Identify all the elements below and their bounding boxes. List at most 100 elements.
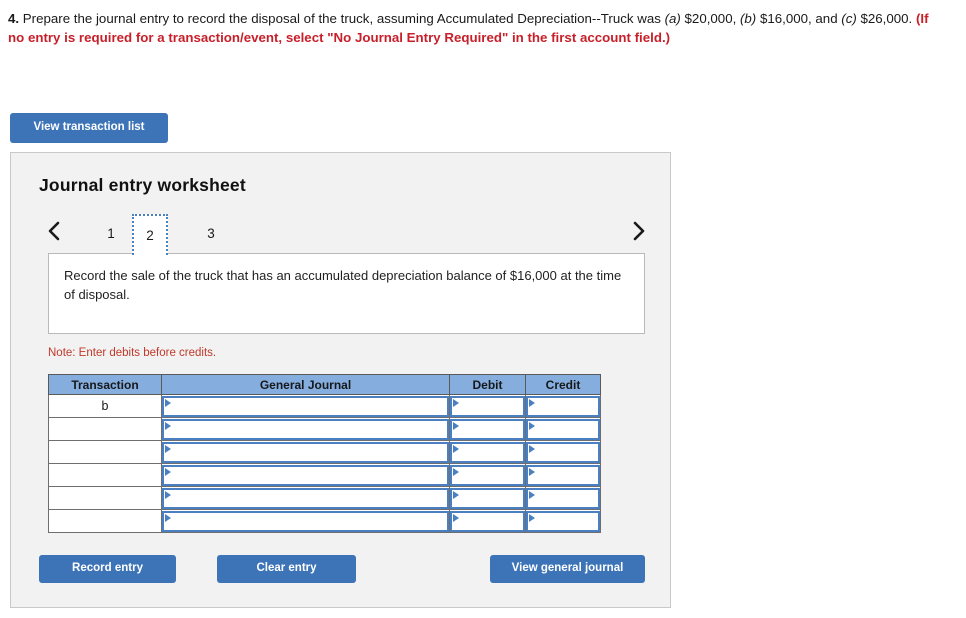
debits-before-credits-note: Note: Enter debits before credits. xyxy=(48,347,217,359)
credit-input[interactable] xyxy=(526,510,600,532)
worksheet-tab-2[interactable]: 2 xyxy=(132,214,168,255)
journal-entry-worksheet-panel: Journal entry worksheet 1 2 3 Record the… xyxy=(10,152,671,608)
debit-input[interactable] xyxy=(450,395,525,417)
chevron-right-icon[interactable] xyxy=(625,211,651,251)
credit-input-cell[interactable] xyxy=(525,417,601,441)
column-header-debit: Debit xyxy=(449,374,526,395)
worksheet-tab-1[interactable]: 1 xyxy=(93,214,129,252)
dropdown-caret-icon xyxy=(529,398,535,407)
worksheet-pager: 1 2 3 xyxy=(11,211,672,255)
question-part-1: Prepare the journal entry to record the … xyxy=(22,11,665,26)
debit-input[interactable] xyxy=(450,418,525,440)
general-journal-input-cell[interactable] xyxy=(161,417,450,441)
transaction-description-box: Record the sale of the truck that has an… xyxy=(48,253,645,334)
debit-input-cell[interactable] xyxy=(449,509,526,533)
table-header-row: Transaction General Journal Debit Credit xyxy=(48,374,601,395)
column-header-general-journal: General Journal xyxy=(161,374,450,395)
worksheet-tab-3[interactable]: 3 xyxy=(193,214,229,252)
question-label-a: (a) xyxy=(664,11,681,26)
table-row: b xyxy=(48,394,601,418)
dropdown-caret-icon xyxy=(165,398,171,407)
dropdown-caret-icon xyxy=(453,513,459,522)
general-journal-input-cell[interactable] xyxy=(161,394,450,418)
general-journal-select[interactable] xyxy=(162,395,449,417)
panel-title: Journal entry worksheet xyxy=(39,175,246,195)
general-journal-input-cell[interactable] xyxy=(161,509,450,533)
worksheet-tab-3-label: 3 xyxy=(207,225,215,241)
dropdown-caret-icon xyxy=(453,490,459,499)
general-journal-select[interactable] xyxy=(162,418,449,440)
dropdown-caret-icon xyxy=(529,467,535,476)
dropdown-caret-icon xyxy=(529,444,535,453)
debit-input[interactable] xyxy=(450,441,525,463)
dropdown-caret-icon xyxy=(453,421,459,430)
credit-input-cell[interactable] xyxy=(525,394,601,418)
general-journal-select[interactable] xyxy=(162,487,449,509)
general-journal-select[interactable] xyxy=(162,441,449,463)
debit-input[interactable] xyxy=(450,464,525,486)
table-row xyxy=(48,417,601,441)
dropdown-caret-icon xyxy=(453,398,459,407)
dropdown-caret-icon xyxy=(453,444,459,453)
question-value-a: $20,000, xyxy=(680,11,740,26)
view-general-journal-button[interactable]: View general journal xyxy=(490,555,645,583)
dropdown-caret-icon xyxy=(529,421,535,430)
dropdown-caret-icon xyxy=(165,444,171,453)
column-header-transaction: Transaction xyxy=(48,374,162,395)
view-transaction-list-button[interactable]: View transaction list xyxy=(10,113,168,143)
credit-input[interactable] xyxy=(526,418,600,440)
record-entry-button[interactable]: Record entry xyxy=(39,555,176,583)
dropdown-caret-icon xyxy=(165,467,171,476)
transaction-cell xyxy=(48,440,162,464)
question-number: 4. xyxy=(8,11,20,26)
dropdown-caret-icon xyxy=(529,490,535,499)
credit-input-cell[interactable] xyxy=(525,486,601,510)
credit-input[interactable] xyxy=(526,395,600,417)
table-row xyxy=(48,440,601,464)
question-value-c: $26,000. xyxy=(856,11,916,26)
debit-input[interactable] xyxy=(450,510,525,532)
dropdown-caret-icon xyxy=(529,513,535,522)
page-root: 4. Prepare the journal entry to record t… xyxy=(0,0,966,618)
general-journal-input-cell[interactable] xyxy=(161,440,450,464)
question-text: 4. Prepare the journal entry to record t… xyxy=(8,9,948,47)
credit-input[interactable] xyxy=(526,464,600,486)
table-row xyxy=(48,509,601,533)
column-header-credit: Credit xyxy=(525,374,601,395)
table-row xyxy=(48,463,601,487)
transaction-cell xyxy=(48,463,162,487)
transaction-cell xyxy=(48,509,162,533)
debit-input-cell[interactable] xyxy=(449,486,526,510)
table-row xyxy=(48,486,601,510)
debit-input[interactable] xyxy=(450,487,525,509)
journal-entry-table: Transaction General Journal Debit Credit… xyxy=(48,374,601,533)
chevron-left-icon[interactable] xyxy=(41,211,67,251)
question-value-b: $16,000, and xyxy=(756,11,842,26)
credit-input-cell[interactable] xyxy=(525,463,601,487)
debit-input-cell[interactable] xyxy=(449,440,526,464)
credit-input-cell[interactable] xyxy=(525,509,601,533)
transaction-cell xyxy=(48,486,162,510)
debit-input-cell[interactable] xyxy=(449,417,526,441)
debit-input-cell[interactable] xyxy=(449,463,526,487)
worksheet-tab-1-label: 1 xyxy=(107,225,115,241)
general-journal-select[interactable] xyxy=(162,510,449,532)
transaction-description-text: Record the sale of the truck that has an… xyxy=(64,268,622,302)
general-journal-input-cell[interactable] xyxy=(161,486,450,510)
question-label-b: (b) xyxy=(739,11,757,26)
clear-entry-button[interactable]: Clear entry xyxy=(217,555,356,583)
question-label-c: (c) xyxy=(841,11,857,26)
debit-input-cell[interactable] xyxy=(449,394,526,418)
dropdown-caret-icon xyxy=(165,421,171,430)
credit-input[interactable] xyxy=(526,441,600,463)
credit-input-cell[interactable] xyxy=(525,440,601,464)
table-body: b xyxy=(48,394,601,533)
general-journal-select[interactable] xyxy=(162,464,449,486)
transaction-cell xyxy=(48,417,162,441)
dropdown-caret-icon xyxy=(165,513,171,522)
dropdown-caret-icon xyxy=(165,490,171,499)
worksheet-tab-2-label: 2 xyxy=(146,228,154,243)
credit-input[interactable] xyxy=(526,487,600,509)
dropdown-caret-icon xyxy=(453,467,459,476)
general-journal-input-cell[interactable] xyxy=(161,463,450,487)
